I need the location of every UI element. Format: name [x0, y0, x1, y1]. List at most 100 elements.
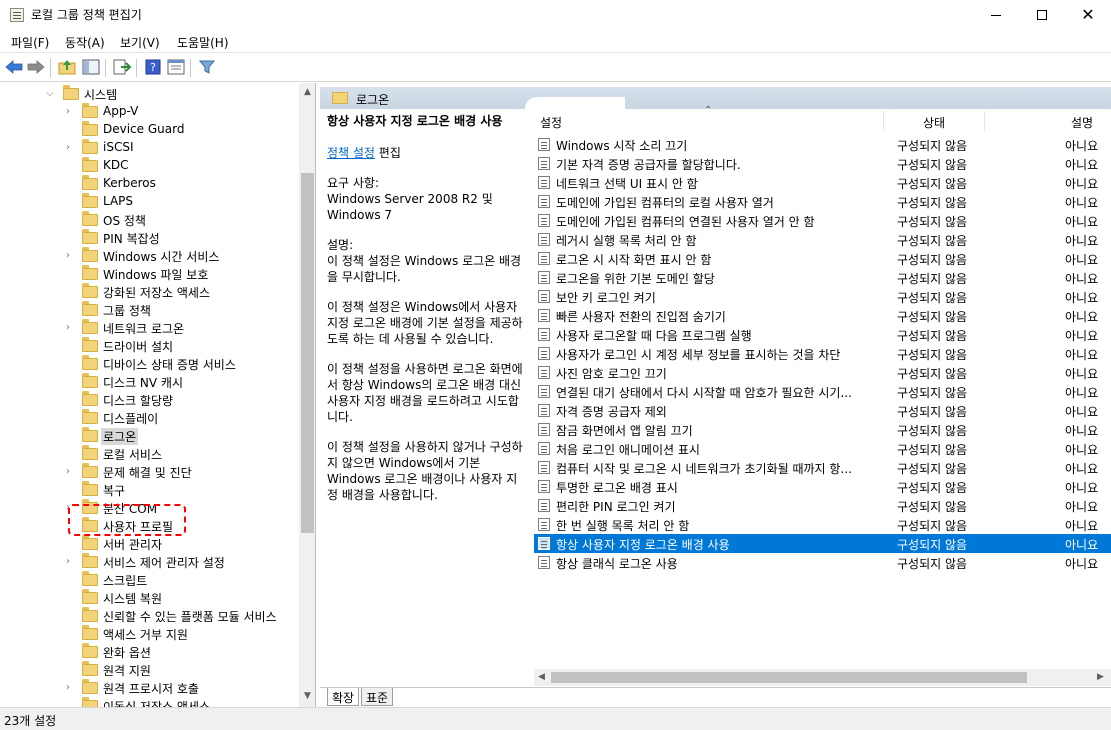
list-row[interactable]: 잠금 화면에서 앱 알림 끄기 구성되지 않음 아니요	[534, 420, 1111, 439]
list-row[interactable]: 기본 자격 증명 공급자를 할당합니다. 구성되지 않음 아니요	[534, 154, 1111, 173]
tree-item[interactable]: 로컬 서비스	[0, 445, 300, 463]
scroll-up-arrow-icon[interactable]: ▲	[302, 87, 313, 98]
back-arrow-icon[interactable]	[5, 58, 23, 76]
column-header-state[interactable]: 상태	[923, 114, 945, 131]
tree-item[interactable]: Kerberos	[0, 175, 300, 193]
tree-item[interactable]: 디스크 NV 캐시	[0, 373, 300, 391]
tab-standard[interactable]: 표준	[361, 688, 394, 706]
tree-item[interactable]: › 문제 해결 및 진단	[0, 463, 300, 481]
list-row[interactable]: 보안 키 로그인 켜기 구성되지 않음 아니요	[534, 287, 1111, 306]
setting-name: 도메인에 가입된 컴퓨터의 연결된 사용자 열거 안 함	[556, 215, 815, 229]
policy-setting-icon	[538, 556, 550, 569]
column-separator[interactable]	[984, 111, 985, 131]
list-row[interactable]: 사용자가 로그인 시 계정 세부 정보를 표시하는 것을 차단 구성되지 않음 아니…	[534, 344, 1111, 363]
tree-item[interactable]: 완화 옵션	[0, 643, 300, 661]
tree-item[interactable]: 원격 지원	[0, 661, 300, 679]
tree-item[interactable]: KDC	[0, 157, 300, 175]
tree-item[interactable]: 디스플레이	[0, 409, 300, 427]
export-list-icon[interactable]	[113, 58, 131, 76]
scroll-thumb[interactable]	[301, 173, 314, 533]
chevron-right-icon[interactable]: ›	[66, 142, 76, 154]
tab-extended[interactable]: 확장	[327, 688, 360, 706]
scroll-down-arrow-icon[interactable]: ▼	[302, 691, 313, 702]
setting-note: 아니요	[1065, 538, 1099, 552]
tree-item[interactable]: LAPS	[0, 193, 300, 211]
help-icon[interactable]: ?	[144, 58, 162, 76]
list-row[interactable]: 로그온을 위한 기본 도메인 할당 구성되지 않음 아니요	[534, 268, 1111, 287]
tree-item[interactable]: 신뢰할 수 있는 플랫폼 모듈 서비스	[0, 607, 300, 625]
tree-scrollbar[interactable]: ▲ ▼	[299, 83, 315, 707]
up-folder-icon[interactable]	[58, 58, 76, 76]
close-button[interactable]: ✕	[1065, 0, 1111, 30]
list-row[interactable]: 처음 로그인 애니메이션 표시 구성되지 않음 아니요	[534, 439, 1111, 458]
list-row[interactable]: 빠른 사용자 전환의 진입점 숨기기 구성되지 않음 아니요	[534, 306, 1111, 325]
list-row[interactable]: 네트워크 선택 UI 표시 안 함 구성되지 않음 아니요	[534, 173, 1111, 192]
tree-item[interactable]: 시스템 복원	[0, 589, 300, 607]
chevron-right-icon[interactable]: ›	[66, 556, 76, 568]
menu-view[interactable]: 보기(V)	[120, 34, 160, 51]
scroll-thumb[interactable]	[551, 672, 1027, 683]
list-row[interactable]: 편리한 PIN 로그인 켜기 구성되지 않음 아니요	[534, 496, 1111, 515]
minimize-button[interactable]	[973, 0, 1019, 30]
scroll-left-arrow-icon[interactable]: ◀	[538, 672, 545, 682]
tree-item[interactable]: › 서비스 제어 관리자 설정	[0, 553, 300, 571]
tree-item[interactable]: 액세스 거부 지원	[0, 625, 300, 643]
list-row[interactable]: 사용자 로그온할 때 다음 프로그램 실행 구성되지 않음 아니요	[534, 325, 1111, 344]
list-row[interactable]: 한 번 실행 목록 처리 안 함 구성되지 않음 아니요	[534, 515, 1111, 534]
list-row[interactable]: 레거시 실행 목록 처리 안 함 구성되지 않음 아니요	[534, 230, 1111, 249]
list-row[interactable]: 도메인에 가입된 컴퓨터의 로컬 사용자 열거 구성되지 않음 아니요	[534, 192, 1111, 211]
list-row[interactable]: 항상 클래식 로그온 사용 구성되지 않음 아니요	[534, 553, 1111, 572]
column-header-note[interactable]: 설명	[1071, 114, 1093, 131]
maximize-button[interactable]	[1019, 0, 1065, 30]
tree-item[interactable]: › Windows 시간 서비스	[0, 247, 300, 265]
filter-icon[interactable]	[198, 58, 216, 76]
tree-item[interactable]: 서버 관리자	[0, 535, 300, 553]
tree-item[interactable]: PIN 복잡성	[0, 229, 300, 247]
edit-policy-link[interactable]: 정책 설정	[327, 146, 375, 160]
chevron-right-icon[interactable]: ›	[66, 106, 76, 118]
svg-text:?: ?	[150, 61, 156, 74]
chevron-right-icon[interactable]: ›	[66, 322, 76, 334]
list-row[interactable]: 도메인에 가입된 컴퓨터의 연결된 사용자 열거 안 함 구성되지 않음 아니요	[534, 211, 1111, 230]
properties-icon[interactable]	[167, 58, 185, 76]
list-row[interactable]: 사진 암호 로그인 끄기 구성되지 않음 아니요	[534, 363, 1111, 382]
forward-arrow-icon[interactable]	[27, 58, 45, 76]
tree-item[interactable]: › App-V	[0, 103, 300, 121]
list-row[interactable]: 로그온 시 시작 화면 표시 안 함 구성되지 않음 아니요	[534, 249, 1111, 268]
column-header-setting[interactable]: 설정	[540, 114, 562, 131]
column-separator[interactable]	[883, 111, 884, 131]
tree-item-system[interactable]: ⌵ 시스템	[0, 85, 300, 103]
close-icon: ✕	[1081, 5, 1095, 24]
show-hide-tree-icon[interactable]	[82, 58, 100, 76]
chevron-right-icon[interactable]: ›	[66, 682, 76, 694]
menu-help[interactable]: 도움말(H)	[177, 34, 229, 51]
tree-item[interactable]: 강화된 저장소 액세스	[0, 283, 300, 301]
tree-item[interactable]: › 네트워크 로그온	[0, 319, 300, 337]
list-row[interactable]: Windows 시작 소리 끄기 구성되지 않음 아니요	[534, 135, 1111, 154]
tree-item[interactable]: 복구	[0, 481, 300, 499]
list-row[interactable]: 자격 증명 공급자 제외 구성되지 않음 아니요	[534, 401, 1111, 420]
tree-item[interactable]: 디바이스 상태 증명 서비스	[0, 355, 300, 373]
tree-item[interactable]: › 원격 프로시저 호출	[0, 679, 300, 697]
list-horizontal-scrollbar[interactable]: ◀ ▶	[534, 669, 1111, 686]
tree-item[interactable]: 그룹 정책	[0, 301, 300, 319]
list-row[interactable]: 컴퓨터 시작 및 로그온 시 네트워크가 초기화될 때까지 항... 구성되지 않…	[534, 458, 1111, 477]
tree-item[interactable]: Windows 파일 보호	[0, 265, 300, 283]
menu-file[interactable]: 파일(F)	[11, 34, 49, 51]
tree-item[interactable]: 드라이버 설치	[0, 337, 300, 355]
scroll-right-arrow-icon[interactable]: ▶	[1097, 672, 1104, 682]
menu-action[interactable]: 동작(A)	[65, 34, 105, 51]
tree-item[interactable]: 디스크 할당량	[0, 391, 300, 409]
chevron-right-icon[interactable]: ›	[66, 466, 76, 478]
list-row[interactable]: 투명한 로그온 배경 표시 구성되지 않음 아니요	[534, 477, 1111, 496]
tree-item[interactable]: 이동식 저장소 액세스	[0, 697, 300, 707]
chevron-right-icon[interactable]: ›	[66, 250, 76, 262]
list-row[interactable]: 연결된 대기 상태에서 다시 시작할 때 암호가 필요한 시기... 구성되지 않…	[534, 382, 1111, 401]
tree-item[interactable]: Device Guard	[0, 121, 300, 139]
tree-item[interactable]: › iSCSI	[0, 139, 300, 157]
tree-item[interactable]: 로그온	[0, 427, 300, 445]
list-row[interactable]: 항상 사용자 지정 로그온 배경 사용 구성되지 않음 아니요	[534, 534, 1111, 553]
tree-item[interactable]: OS 정책	[0, 211, 300, 229]
chevron-down-icon[interactable]: ⌵	[46, 88, 56, 100]
tree-item[interactable]: 스크립트	[0, 571, 300, 589]
